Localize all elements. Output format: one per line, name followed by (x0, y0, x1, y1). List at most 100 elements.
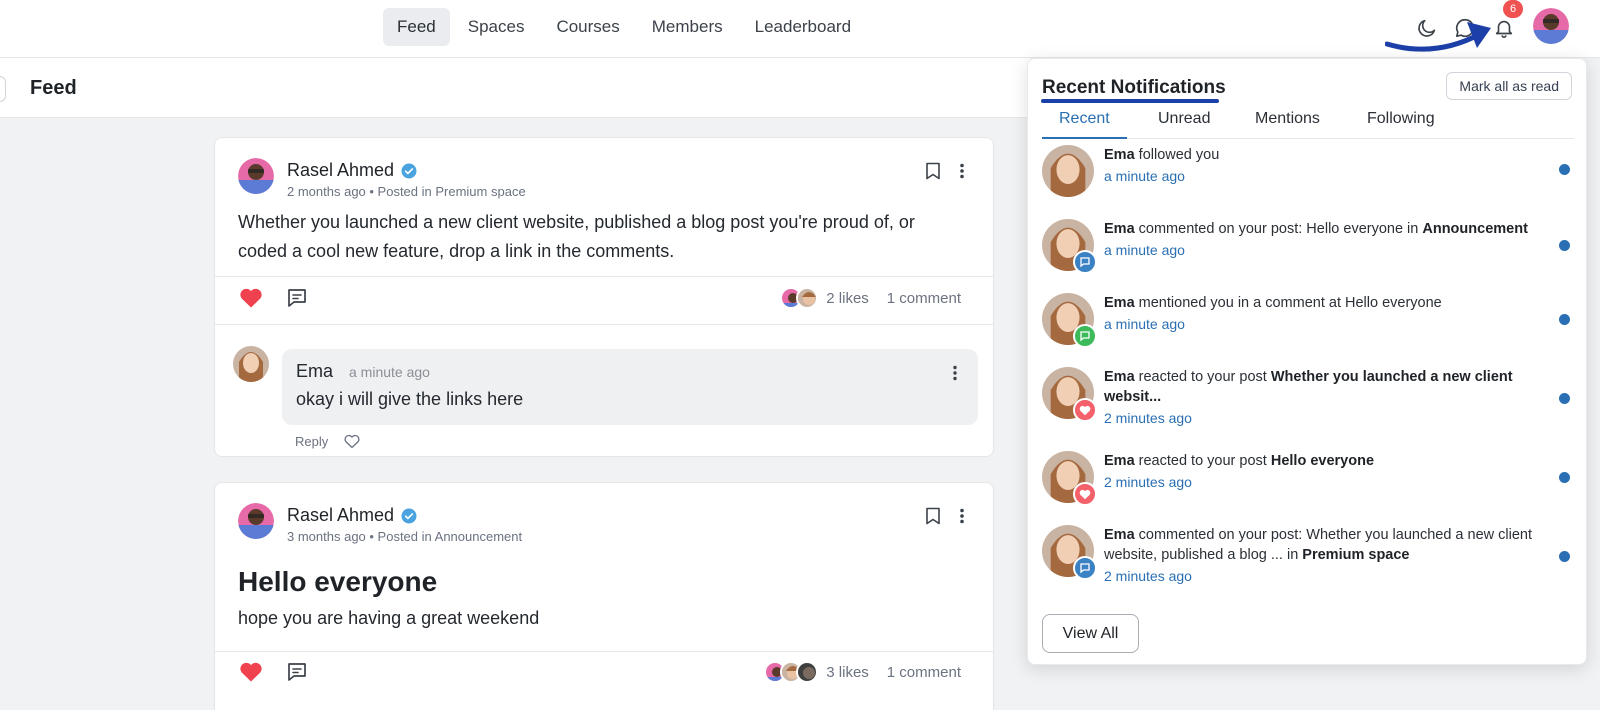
notification-text: Ema reacted to your post Whether you lau… (1104, 367, 1549, 428)
nav-spaces[interactable]: Spaces (454, 8, 539, 46)
unread-dot (1559, 314, 1570, 325)
likes-count[interactable]: 2 likes (826, 290, 869, 307)
comment-time: a minute ago (349, 364, 430, 380)
unread-dot (1559, 551, 1570, 562)
post-tools (925, 162, 965, 180)
comment-icon[interactable] (285, 660, 309, 684)
page-title: Feed (30, 77, 77, 99)
comment-author[interactable]: Ema (296, 361, 333, 382)
notification-text: Ema commented on your post: Whether you … (1104, 525, 1549, 586)
comment-badge-icon (1073, 556, 1097, 580)
user-avatar[interactable] (1533, 8, 1569, 44)
verified-badge-icon (401, 163, 417, 178)
unread-dot (1559, 393, 1570, 404)
likes-summary[interactable]: 3 likes (764, 661, 869, 683)
annotation-arrow-icon (1385, 22, 1491, 52)
bookmark-icon[interactable] (925, 162, 941, 180)
notifications-title: Recent Notifications (1042, 77, 1226, 98)
notifications-panel: Recent Notifications Mark all as read Re… (1027, 58, 1587, 665)
notification-space: Announcement (1422, 221, 1528, 237)
post-card: Rasel Ahmed 2 months ago • Posted in Pre… (214, 137, 994, 457)
likes-count[interactable]: 3 likes (826, 664, 869, 681)
author-name[interactable]: Rasel Ahmed (287, 160, 418, 181)
comments-count[interactable]: 1 comment (887, 290, 961, 307)
unread-dot (1559, 240, 1570, 251)
verified-badge-icon (401, 508, 417, 523)
author-name[interactable]: Rasel Ahmed (287, 505, 418, 526)
liker-avatars (780, 287, 819, 309)
notification-actor: Ema (1104, 147, 1135, 163)
author-avatar[interactable] (238, 158, 274, 194)
comments-count[interactable]: 1 comment (887, 664, 961, 681)
liker-avatars (764, 661, 819, 683)
bookmark-icon[interactable] (925, 507, 941, 525)
post-body: hope you are having a great weekend (238, 608, 540, 628)
view-all-button[interactable]: View All (1042, 614, 1139, 653)
notification-time: 2 minutes ago (1104, 410, 1192, 426)
heart-badge-icon (1073, 398, 1097, 422)
notification-actor: Ema (1104, 453, 1135, 469)
liker-avatar (796, 287, 819, 309)
tab-mentions[interactable]: Mentions (1238, 109, 1337, 139)
mark-all-read-button[interactable]: Mark all as read (1446, 72, 1572, 100)
likes-summary[interactable]: 2 likes (780, 287, 869, 309)
notification-actor: Ema (1104, 527, 1135, 543)
unread-dot (1559, 472, 1570, 483)
author-avatar[interactable] (238, 503, 274, 539)
notification-target: Hello everyone (1270, 453, 1375, 469)
notification-time: a minute ago (1104, 168, 1185, 184)
notification-time: 2 minutes ago (1104, 568, 1192, 584)
post-actions (239, 286, 309, 310)
divider (215, 324, 993, 325)
sidebar-toggle-edge[interactable] (0, 76, 6, 102)
post-stats: 3 likes 1 comment (764, 660, 961, 684)
liker-avatar (796, 661, 819, 683)
post-body-line: coded a cool new feature, drop a link in… (238, 241, 675, 261)
comment-actions: Reply (295, 434, 360, 449)
post-stats: 2 likes 1 comment (780, 286, 961, 310)
unread-dot (1559, 164, 1570, 175)
notification-time: 2 minutes ago (1104, 474, 1192, 490)
mention-badge-icon (1073, 324, 1097, 348)
author-name-text[interactable]: Rasel Ahmed (287, 160, 394, 181)
more-options-icon[interactable] (959, 163, 965, 179)
notification-count-badge: 6 (1503, 0, 1523, 18)
notification-text: Ema followed you a minute ago (1104, 145, 1549, 186)
post-body: Whether you launched a new client websit… (238, 208, 915, 266)
comment-icon[interactable] (285, 286, 309, 310)
top-navigation-bar: Feed Spaces Courses Members Leaderboard (0, 0, 1600, 58)
nav-leaderboard[interactable]: Leaderboard (741, 8, 865, 46)
comment-bubble: Ema a minute ago okay i will give the li… (282, 349, 978, 425)
notification-avatar (1042, 145, 1094, 197)
post-card: Rasel Ahmed 3 months ago • Posted in Ann… (214, 482, 994, 710)
like-heart-icon[interactable] (239, 661, 263, 683)
post-tools (925, 507, 965, 525)
tab-recent[interactable]: Recent (1042, 109, 1127, 139)
feed-header: Feed (0, 58, 1030, 118)
author-name-text[interactable]: Rasel Ahmed (287, 505, 394, 526)
comment-like-icon[interactable] (344, 434, 360, 449)
reply-button[interactable]: Reply (295, 434, 328, 449)
comment-text: okay i will give the links here (296, 389, 524, 409)
notification-text: Ema reacted to your post Hello everyone 2… (1104, 451, 1549, 492)
main-nav: Feed Spaces Courses Members Leaderboard (383, 8, 865, 46)
notification-actor: Ema (1104, 295, 1135, 311)
post-title[interactable]: Hello everyone (238, 566, 437, 598)
more-options-icon[interactable] (959, 508, 965, 524)
like-heart-icon[interactable] (239, 287, 263, 309)
divider (215, 651, 993, 652)
commenter-avatar[interactable] (233, 346, 269, 382)
comment-more-icon[interactable] (952, 365, 958, 381)
notification-actor: Ema (1104, 221, 1135, 237)
nav-members[interactable]: Members (638, 8, 737, 46)
post-meta: 2 months ago • Posted in Premium space (287, 184, 526, 199)
heart-badge-icon (1073, 482, 1097, 506)
tab-unread[interactable]: Unread (1141, 109, 1227, 139)
tab-following[interactable]: Following (1350, 109, 1452, 139)
post-body-line: Whether you launched a new client websit… (238, 212, 915, 232)
notification-text: Ema mentioned you in a comment at Hello … (1104, 293, 1549, 334)
notification-target: Whether you launched a new client websit… (1104, 369, 1513, 405)
notification-space: Premium space (1302, 547, 1410, 563)
nav-courses[interactable]: Courses (542, 8, 633, 46)
nav-feed[interactable]: Feed (383, 8, 450, 46)
